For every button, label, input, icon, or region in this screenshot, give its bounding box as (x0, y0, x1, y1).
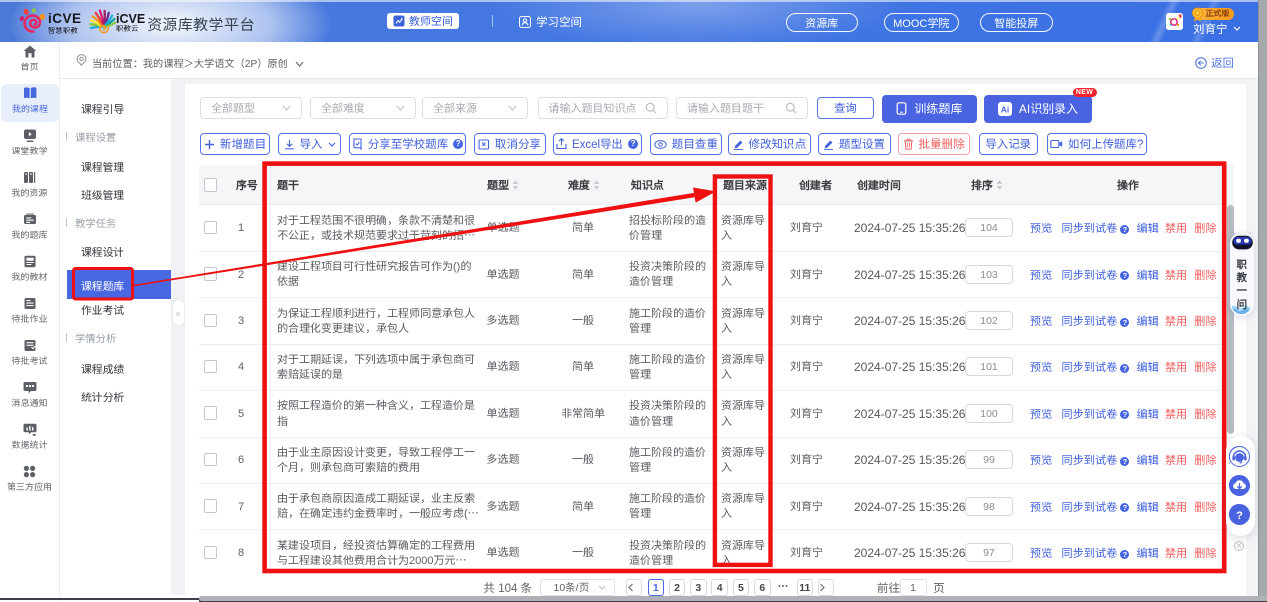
svg-text:?: ? (1236, 510, 1243, 522)
svg-text:Ai: Ai (1001, 104, 1010, 114)
